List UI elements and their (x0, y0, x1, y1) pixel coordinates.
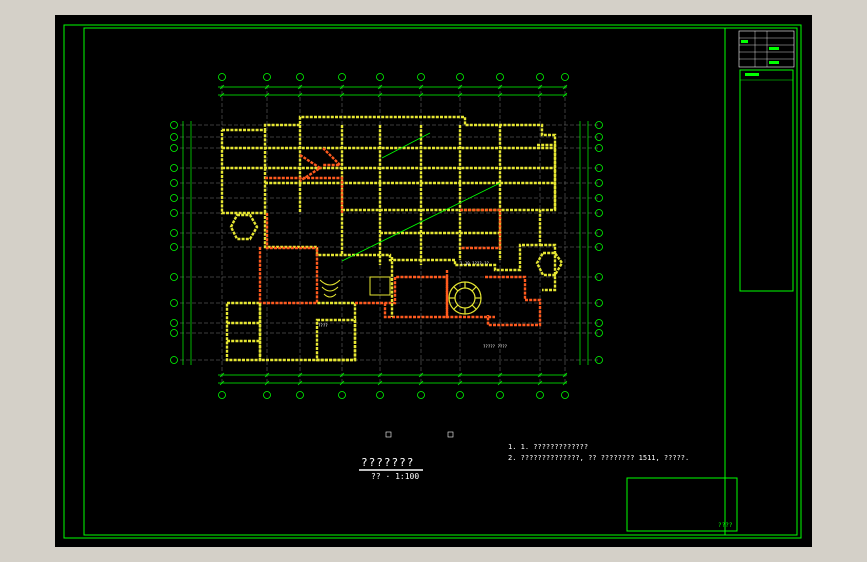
outer-frame (63, 24, 802, 539)
building-walls (220, 115, 564, 362)
svg-text:1.10 ????-??: 1.10 ????-?? (460, 261, 489, 266)
section-marker-right (447, 431, 454, 438)
note-1: 1. 1. ????????????? (508, 443, 589, 451)
floor-plan-drawing: 1.10 ????-?? ???? ????? ???? (63, 24, 802, 539)
svg-text:????? ????: ????? ???? (483, 344, 508, 349)
title-block (738, 30, 795, 292)
section-marker-left (385, 431, 392, 438)
stamp-text: ???? (718, 522, 733, 529)
drawing-sheet: 1.10 ????-?? ???? ????? ???? ??????? ?? … (55, 15, 812, 547)
plan-title: ??????? (361, 456, 415, 469)
note-2: 2. ??????????????, ?? ???????? 1511, ???… (508, 454, 690, 462)
plan-scale: ?? · 1:100 (371, 472, 420, 481)
svg-text:????: ???? (318, 323, 328, 328)
